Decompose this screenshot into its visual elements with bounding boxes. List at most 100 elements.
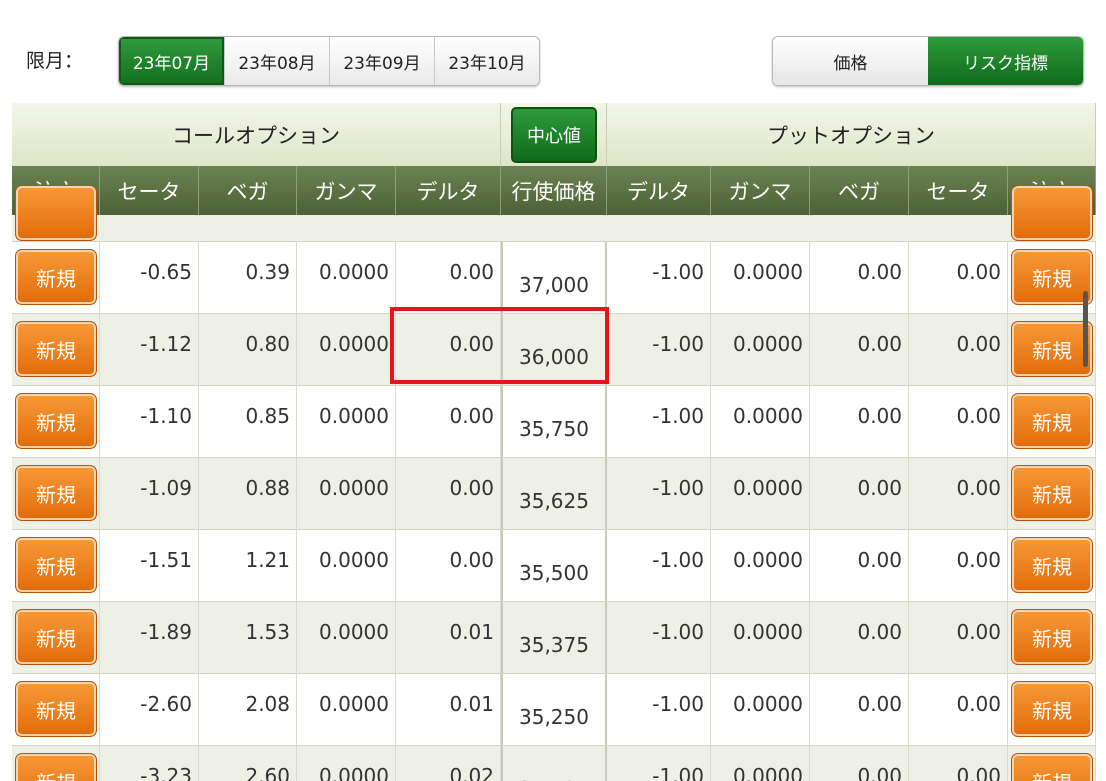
call-new-order-button[interactable]: 新規: [15, 753, 97, 781]
call-new-order-button[interactable]: 新規: [15, 609, 97, 665]
month-tab-2310[interactable]: 23年10月: [434, 37, 539, 85]
put-options-header: プットオプション: [607, 103, 1096, 166]
cell-put-gamma: 0.0000: [711, 601, 810, 673]
option-board: コールオプション プットオプション 中心値 注文セータベガガンマデルタ行使価格デ…: [12, 103, 1096, 781]
put-new-order-button[interactable]: 新規: [1011, 465, 1093, 521]
cell-put-delta: -1.00: [607, 745, 711, 781]
cell-call-delta: 0.00: [396, 241, 501, 313]
strike-price-value: 35,375: [519, 633, 589, 657]
call-new-order-button[interactable]: 新規: [15, 249, 97, 305]
cell-put-theta: 0.00: [909, 673, 1008, 745]
month-tab-2308[interactable]: 23年08月: [224, 37, 329, 85]
cell-call-delta: 0.00: [396, 385, 501, 457]
strike-price-value: 35,250: [519, 705, 589, 729]
cell-call-vega: 1.53: [199, 601, 297, 673]
cell-call-vega: 0.80: [199, 313, 297, 385]
cell-call-delta: 0.01: [396, 601, 501, 673]
cell-put-delta: -1.00: [607, 457, 711, 529]
column-header-put-vega: ベガ: [810, 166, 909, 215]
call-new-order-button[interactable]: 新規: [15, 393, 97, 449]
table-row: -2.60 2.08 0.0000 0.01 35,250 -1.00 0.0000 0.00…: [12, 673, 1096, 745]
row-divider: [12, 313, 1096, 314]
call-order-button[interactable]: [15, 185, 97, 241]
cell-call-vega: 0.85: [199, 385, 297, 457]
cell-put-theta: 0.00: [909, 529, 1008, 601]
table-row: -1.09 0.88 0.0000 0.00 35,625 -1.00 0.0000 0.00…: [12, 457, 1096, 529]
put-new-order-button[interactable]: 新規: [1011, 537, 1093, 593]
cell-call-delta: 0.01: [396, 673, 501, 745]
column-header-put-theta: セータ: [909, 166, 1008, 215]
cell-call-theta: -1.09: [100, 457, 199, 529]
cell-call-delta: 0.02: [396, 745, 501, 781]
put-new-order-button[interactable]: 新規: [1011, 321, 1093, 377]
column-header-call-vega: ベガ: [199, 166, 297, 215]
table-row: -1.89 1.53 0.0000 0.01 35,375 -1.00 0.0000 0.00…: [12, 601, 1096, 673]
table-row: -1.10 0.85 0.0000 0.00 35,750 -1.00 0.0000 0.00…: [12, 385, 1096, 457]
cell-call-gamma: 0.0000: [297, 241, 396, 313]
cell-call-gamma: 0.0000: [297, 529, 396, 601]
cell-put-theta: 0.00: [909, 313, 1008, 385]
column-header-call-gamma: ガンマ: [297, 166, 396, 215]
cell-strike-price: 35,250: [501, 673, 607, 745]
put-new-order-button[interactable]: 新規: [1011, 609, 1093, 665]
month-tabs: 23年07月 23年08月 23年09月 23年10月: [118, 36, 540, 86]
month-tab-2309[interactable]: 23年09月: [329, 37, 434, 85]
cell-call-gamma: 0.0000: [297, 313, 396, 385]
cell-put-theta: 0.00: [909, 745, 1008, 781]
column-header-call-delta: デルタ: [396, 166, 501, 215]
cell-strike-price: 36,000: [501, 313, 607, 385]
put-new-order-button[interactable]: 新規: [1011, 393, 1093, 449]
cell-put-gamma: 0.0000: [711, 745, 810, 781]
cell-strike-price: 35,375: [501, 601, 607, 673]
cell-put-gamma: 0.0000: [711, 529, 810, 601]
column-header-put-gamma: ガンマ: [711, 166, 810, 215]
strike-price-value: 35,750: [519, 417, 589, 441]
cell-call-theta: -1.12: [100, 313, 199, 385]
month-label: 限月：: [26, 50, 84, 72]
strike-price-value: 35,625: [519, 489, 589, 513]
cell-call-gamma: 0.0000: [297, 601, 396, 673]
cell-put-theta: 0.00: [909, 385, 1008, 457]
cell-put-gamma: 0.0000: [711, 385, 810, 457]
strike-price-value: 37,000: [519, 273, 589, 297]
month-tab-2307[interactable]: 23年07月: [119, 37, 224, 85]
row-divider: [12, 241, 1096, 242]
cell-call-vega: 2.60: [199, 745, 297, 781]
call-new-order-button[interactable]: 新規: [15, 465, 97, 521]
table-row: -1.12 0.80 0.0000 0.00 36,000 -1.00 0.0000 0.00…: [12, 313, 1096, 385]
cell-put-vega: 0.00: [810, 457, 909, 529]
call-new-order-button[interactable]: 新規: [15, 537, 97, 593]
call-new-order-button[interactable]: 新規: [15, 321, 97, 377]
cell-strike-price: 35,500: [501, 529, 607, 601]
call-options-header: コールオプション: [12, 103, 501, 166]
table-row: -3.232.600.00000.0235,125-1.000.00000.00…: [12, 745, 1096, 781]
price-view-button[interactable]: 価格: [773, 37, 928, 85]
cell-strike-price: 35,750: [501, 385, 607, 457]
cell-call-delta: 0.00: [396, 313, 501, 385]
call-new-order-button[interactable]: 新規: [15, 681, 97, 737]
cell-put-gamma: 0.0000: [711, 313, 810, 385]
cell-put-delta: -1.00: [607, 385, 711, 457]
strike-price-value: 36,000: [519, 345, 589, 369]
strike-price-value: 35,125: [519, 777, 589, 781]
put-new-order-button[interactable]: 新規: [1011, 681, 1093, 737]
cell-put-vega: 0.00: [810, 601, 909, 673]
put-new-order-button[interactable]: 新規: [1011, 249, 1093, 305]
put-new-order-button[interactable]: 新規: [1011, 753, 1093, 781]
strike-price-value: 35,500: [519, 561, 589, 585]
put-order-button[interactable]: [1011, 185, 1093, 241]
center-value-button[interactable]: 中心値: [511, 107, 597, 163]
column-header-call-theta: セータ: [100, 166, 199, 215]
scrollbar-thumb[interactable]: [1083, 291, 1088, 367]
column-header-strike-price: 行使価格: [501, 166, 607, 215]
cell-call-gamma: 0.0000: [297, 457, 396, 529]
cell-put-vega: 0.00: [810, 529, 909, 601]
table-row: -0.65 0.39 0.0000 0.00 37,000 -1.00 0.0000 0.00…: [12, 241, 1096, 313]
cell-call-delta: 0.00: [396, 529, 501, 601]
risk-view-button[interactable]: リスク指標: [928, 37, 1083, 85]
partial-row: [12, 185, 1096, 241]
row-divider: [12, 385, 1096, 386]
cell-put-gamma: 0.0000: [711, 241, 810, 313]
cell-put-delta: -1.00: [607, 241, 711, 313]
cell-put-delta: -1.00: [607, 313, 711, 385]
